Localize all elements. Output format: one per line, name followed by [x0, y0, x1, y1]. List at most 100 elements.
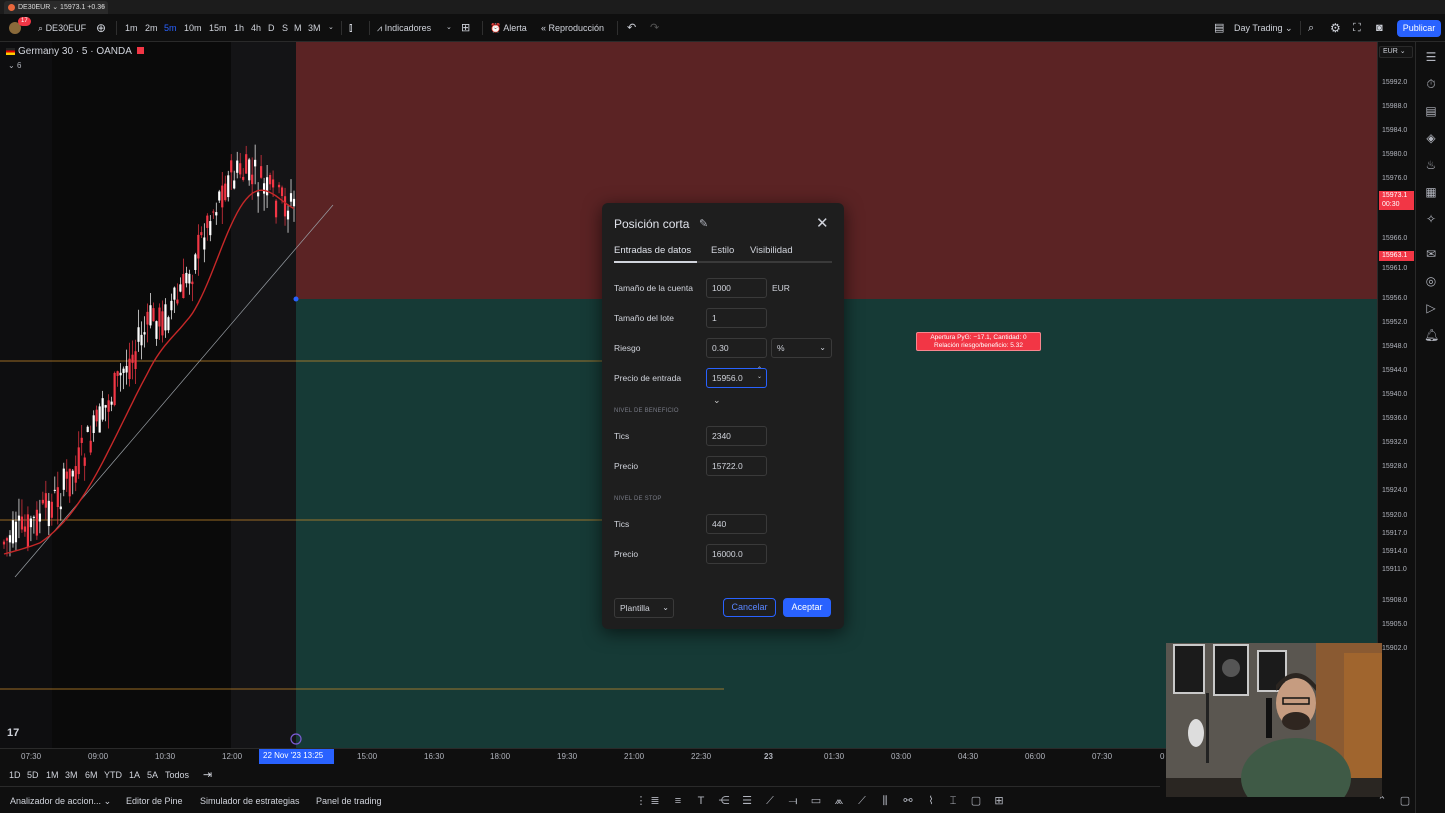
- risk-unit-select[interactable]: % ⌄: [771, 338, 832, 358]
- risk-input[interactable]: 0.30: [706, 338, 767, 358]
- browser-tab[interactable]: DE30EUR ⌄ 15973.1 +0.36 ×: [4, 1, 108, 14]
- user-menu-icon[interactable]: 17: [8, 14, 31, 42]
- range-5a[interactable]: 5A: [147, 770, 158, 780]
- tool-text-icon[interactable]: T: [694, 794, 708, 808]
- tab-visibility[interactable]: Visibilidad: [750, 245, 793, 256]
- publish-button[interactable]: Publicar: [1397, 20, 1441, 37]
- currency-selector[interactable]: EUR ⌄: [1379, 46, 1413, 58]
- tf-m[interactable]: M: [294, 14, 302, 42]
- hotlists-icon[interactable]: ♨: [1424, 158, 1438, 172]
- goto-date-icon[interactable]: ⇥: [203, 768, 212, 781]
- tf-10m[interactable]: 10m: [184, 14, 202, 42]
- stop-ticks-input[interactable]: 440: [706, 514, 767, 534]
- tool-long-position-icon[interactable]: ≣: [648, 794, 662, 808]
- tab-style[interactable]: Estilo: [711, 245, 734, 256]
- calendar-icon[interactable]: ▦: [1424, 185, 1438, 199]
- template-dropdown[interactable]: Plantilla ⌄: [614, 598, 674, 618]
- range-1m[interactable]: 1M: [46, 770, 59, 780]
- price-label: 15924.0: [1382, 487, 1408, 494]
- maximize-panel-icon[interactable]: ▢: [1398, 794, 1412, 808]
- layouts-grid-icon[interactable]: ⊞: [461, 14, 470, 42]
- tf-s[interactable]: S: [282, 14, 288, 42]
- tab-stock-screener[interactable]: Analizador de accion... ⌄: [10, 796, 111, 807]
- tab-strategy-tester[interactable]: Simulador de estrategias: [200, 796, 300, 806]
- tab-inputs[interactable]: Entradas de datos: [614, 245, 691, 256]
- tf-1h[interactable]: 1h: [234, 14, 244, 42]
- notifications-bell-icon[interactable]: 🔔︎: [1424, 328, 1439, 342]
- data-window-icon[interactable]: ▤: [1424, 104, 1438, 118]
- alert-button[interactable]: ⏰ Alerta: [490, 14, 527, 42]
- indicators-button[interactable]: ⩘ Indicadores: [377, 14, 431, 42]
- replay-button[interactable]: « Reproducción: [541, 14, 604, 42]
- tool-magnet-icon[interactable]: ⚯: [901, 794, 915, 808]
- symbol-input[interactable]: DE30EUF: [46, 23, 87, 33]
- symbol-search[interactable]: ⌕ DE30EUF: [38, 14, 86, 42]
- chevron-down-icon[interactable]: ⌄: [446, 14, 452, 42]
- tool-trendline-icon[interactable]: ⟋: [763, 794, 777, 808]
- close-tab-icon[interactable]: ×: [101, 1, 105, 14]
- layers-icon[interactable]: ◈: [1424, 131, 1438, 145]
- range-1a[interactable]: 1A: [129, 770, 140, 780]
- symbol-legend[interactable]: Germany 30 · 5 · OANDA: [6, 46, 145, 57]
- accept-button[interactable]: Aceptar: [783, 598, 831, 617]
- redo-icon[interactable]: ↷: [650, 14, 659, 42]
- compare-add-icon[interactable]: ⊕: [96, 14, 106, 42]
- layout-icon[interactable]: ▤: [1214, 14, 1224, 42]
- drag-handle-icon[interactable]: ⋮: [634, 794, 648, 808]
- price-scale[interactable]: 15992.0 15988.0 15984.0 15980.0 15976.0 15966…: [1377, 42, 1415, 748]
- alerts-clock-icon[interactable]: ⏱: [1424, 77, 1438, 91]
- tab-pine-editor[interactable]: Editor de Pine: [126, 796, 183, 806]
- tool-parallel-channel-icon[interactable]: ☰: [740, 794, 754, 808]
- watchlist-icon[interactable]: ☰: [1424, 50, 1438, 64]
- layout-selector[interactable]: Day Trading ⌄: [1234, 14, 1293, 42]
- range-ytd[interactable]: YTD: [104, 770, 122, 780]
- range-1d[interactable]: 1D: [9, 770, 21, 780]
- range-all[interactable]: Todos: [165, 770, 189, 780]
- settings-gear-icon[interactable]: ⚙: [1330, 14, 1341, 42]
- tool-rectangle-icon[interactable]: ▭: [809, 794, 823, 808]
- entry-price-input[interactable]: 15956.0 ⌃ ⌄: [706, 367, 767, 388]
- range-5d[interactable]: 5D: [27, 770, 39, 780]
- chevron-down-icon[interactable]: ⌄: [328, 14, 334, 42]
- indicator-toggle[interactable]: ⌄ 6: [8, 61, 21, 70]
- quick-search-icon[interactable]: ⌕: [1308, 14, 1314, 42]
- tool-path-icon[interactable]: ⌇: [924, 794, 938, 808]
- streams-icon[interactable]: ◎: [1424, 274, 1438, 288]
- chat-icon[interactable]: ✉: [1424, 247, 1438, 261]
- tool-comment-icon[interactable]: ▢: [969, 794, 983, 808]
- tf-5m[interactable]: 5m: [164, 14, 177, 42]
- flag-marker-icon[interactable]: [137, 47, 145, 54]
- undo-icon[interactable]: ↶: [627, 14, 636, 42]
- fullscreen-icon[interactable]: ⛶: [1353, 14, 1361, 42]
- tool-crosshair-icon[interactable]: ⊞: [992, 794, 1006, 808]
- camera-icon[interactable]: ◙: [1376, 14, 1383, 42]
- tool-pattern-icon[interactable]: ⩕: [832, 794, 846, 808]
- tf-d[interactable]: D: [268, 14, 275, 42]
- profit-ticks-input[interactable]: 2340: [706, 426, 767, 446]
- tool-bars-pattern-icon[interactable]: ⫼: [878, 794, 892, 808]
- cancel-button[interactable]: Cancelar: [723, 598, 776, 617]
- tool-horizontal-ray-icon[interactable]: ⟞: [786, 794, 800, 808]
- range-3m[interactable]: 3M: [65, 770, 78, 780]
- range-6m[interactable]: 6M: [85, 770, 98, 780]
- tool-measure-icon[interactable]: ⌶: [946, 794, 960, 808]
- ideas-bulb-icon[interactable]: ✧: [1424, 212, 1438, 226]
- close-icon[interactable]: ✕: [816, 214, 829, 232]
- tf-1m[interactable]: 1m: [125, 14, 138, 42]
- play-icon[interactable]: ▷: [1424, 301, 1438, 315]
- profit-price-input[interactable]: 15722.0: [706, 456, 767, 476]
- tool-short-position-icon[interactable]: ≡: [671, 794, 685, 808]
- tf-2m[interactable]: 2m: [145, 14, 158, 42]
- stop-price-input[interactable]: 16000.0: [706, 544, 767, 564]
- tool-brush-icon[interactable]: ⟋: [855, 794, 869, 808]
- tf-15m[interactable]: 15m: [209, 14, 227, 42]
- account-size-input[interactable]: 1000: [706, 278, 767, 298]
- candle-type-icon[interactable]: ⫾: [349, 14, 353, 42]
- tf-4h[interactable]: 4h: [251, 14, 261, 42]
- tf-3m[interactable]: 3M: [308, 14, 321, 42]
- pencil-edit-icon[interactable]: ✎: [699, 217, 708, 230]
- tool-fib-icon[interactable]: ⋲: [717, 794, 731, 808]
- tab-trading-panel[interactable]: Panel de trading: [316, 796, 382, 806]
- spinner-icon[interactable]: ⌃ ⌄: [757, 367, 762, 381]
- lot-size-input[interactable]: 1: [706, 308, 767, 328]
